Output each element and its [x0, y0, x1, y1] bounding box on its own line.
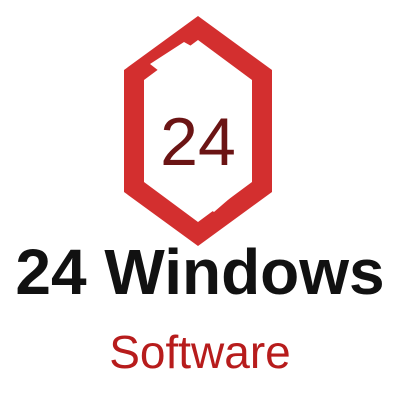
brand-subtitle: Software: [109, 326, 291, 378]
monogram-text: 24: [160, 104, 236, 180]
brand-title: 24 Windows: [15, 236, 385, 308]
logo-canvas: 24 24 Windows Software: [0, 0, 400, 400]
